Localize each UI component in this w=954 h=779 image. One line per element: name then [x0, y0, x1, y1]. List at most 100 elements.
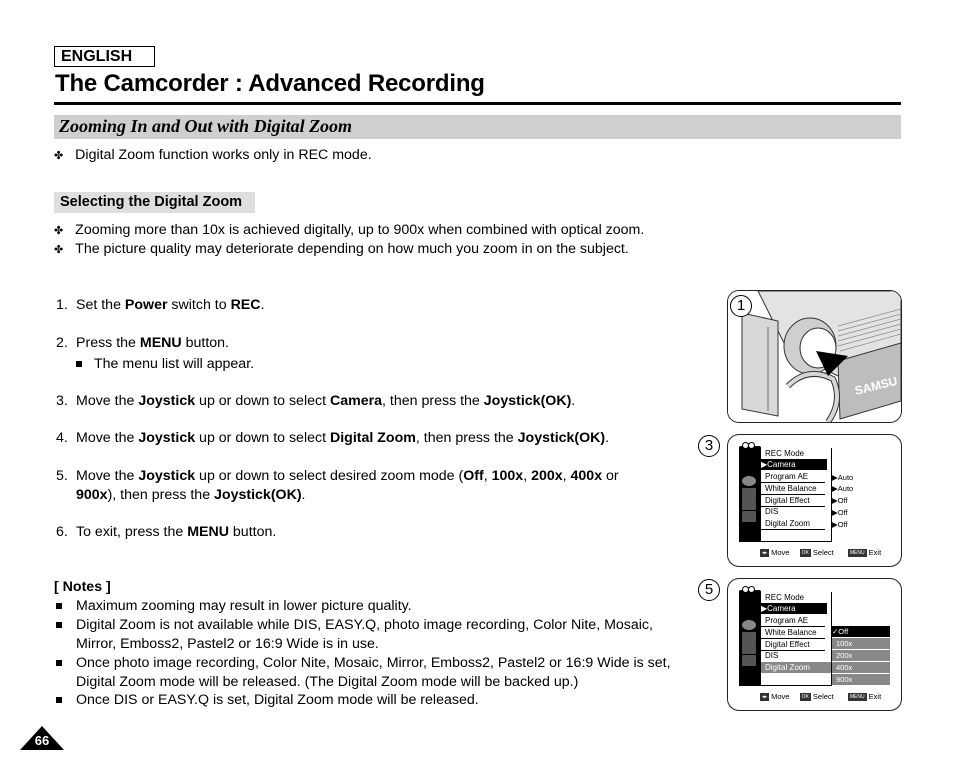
step-text: Move the	[76, 393, 139, 409]
step-keyword: Joystick(OK)	[214, 487, 302, 503]
step-text: switch to	[167, 297, 231, 313]
note-item-continued: Mirror, Emboss2, Pastel2 or 16:9 Wide is…	[76, 636, 379, 652]
step-number: 6.	[56, 524, 68, 540]
menu-title: REC Mode	[765, 449, 805, 458]
step-text: or	[602, 468, 619, 484]
value-digital-effect: ▶Off	[832, 496, 848, 505]
step-keyword: Off	[463, 468, 484, 484]
note-text: Maximum zooming may result in lower pict…	[76, 598, 412, 614]
step-3: 3. Move the Joystick up or down to select…	[56, 393, 575, 409]
step-5: 5. Move the Joystick up or down to select…	[56, 468, 619, 484]
setup-category-icon	[742, 511, 756, 522]
footer-move-label: Move	[771, 692, 790, 701]
note-text: Digital Zoom is not available while DIS,…	[76, 617, 653, 633]
camcorder-illustration: SAMSU	[728, 291, 901, 422]
note-text: Once photo image recording, Color Nite, …	[76, 655, 671, 671]
square-bullet-icon	[76, 361, 82, 368]
step-text: , then press the	[415, 430, 518, 446]
step-keyword: MENU	[187, 524, 229, 540]
note-text: Mirror, Emboss2, Pastel2 or 16:9 Wide is…	[76, 636, 379, 652]
step-keyword: 100x	[491, 468, 524, 484]
step-6: 6. To exit, press the MENU button.	[56, 524, 276, 540]
zoom-option-100x[interactable]: 100x	[832, 638, 890, 650]
reel-icon	[748, 586, 755, 593]
subsection-bullet-text: The picture quality may deteriorate depe…	[75, 241, 629, 257]
memory-category-icon	[742, 632, 756, 643]
cross-bullet-icon: ✤	[54, 225, 64, 237]
menu-title: REC Mode	[765, 593, 805, 602]
menu-item-program-ae[interactable]: Program AE	[761, 471, 825, 483]
figure-number-5: 5	[698, 579, 720, 601]
subsection-bullet: ✤ Zooming more than 10x is achieved digi…	[54, 222, 644, 238]
menu-item-digital-zoom-highlighted[interactable]: Digital Zoom	[761, 662, 831, 673]
menu-panel: REC Mode ▶Camera Program AE White Balanc…	[761, 592, 832, 685]
zoom-option-off[interactable]: ✓Off	[832, 626, 890, 637]
step-keyword: MENU	[139, 335, 182, 351]
memory-category-icon	[742, 488, 756, 499]
step-keyword: Joystick	[138, 393, 196, 409]
notes-title: [ Notes ]	[54, 579, 111, 595]
footer-exit-label: Exit	[868, 692, 882, 701]
step-2: 2. Press the MENU button.	[56, 335, 229, 351]
menu-item-dis[interactable]: DIS	[761, 506, 825, 517]
square-bullet-icon	[56, 622, 62, 629]
step-text: .	[260, 297, 265, 313]
step-text: .	[605, 430, 610, 446]
intro-bullet-text: Digital Zoom function works only in REC …	[75, 147, 372, 163]
step-number: 4.	[56, 430, 68, 446]
tv-category-icon	[742, 499, 756, 510]
zoom-option-400x[interactable]: 400x	[832, 662, 890, 674]
subsection-title: Selecting the Digital Zoom	[60, 194, 243, 210]
menu-footer: ◂▸ Move OK Select MENU Exit	[760, 692, 881, 702]
menu-item-program-ae[interactable]: Program AE	[761, 615, 825, 627]
tv-category-icon	[742, 643, 756, 654]
step-keyword: Digital Zoom	[329, 430, 416, 446]
figure-3-menu-screen: REC Mode ▶Camera Program AE White Balanc…	[727, 434, 902, 567]
step-text: up or down to select desired zoom mode (	[195, 468, 464, 484]
value-dis: ▶Off	[832, 508, 848, 517]
step-text: .	[571, 393, 576, 409]
step-text: ,	[562, 468, 571, 484]
step-2-subbullet: The menu list will appear.	[76, 356, 254, 372]
step-keyword: Joystick	[138, 430, 196, 446]
step-text: Move the	[76, 468, 139, 484]
menu-item-dis[interactable]: DIS	[761, 650, 825, 661]
note-item: Once photo image recording, Color Nite, …	[56, 655, 671, 671]
step-text: ), then press the	[107, 487, 215, 503]
ok-button-chip: OK	[799, 693, 811, 702]
zoom-option-900x[interactable]: 900x	[832, 674, 890, 685]
square-bullet-icon	[56, 660, 62, 667]
step-number: 3.	[56, 393, 68, 409]
language-badge: ENGLISH	[54, 46, 155, 67]
step-text: Move the	[76, 430, 139, 446]
zoom-option-200x[interactable]: 200x	[832, 650, 890, 662]
step-text: ,	[483, 468, 492, 484]
menu-item-digital-zoom[interactable]: Digital Zoom	[761, 518, 825, 530]
cross-bullet-icon: ✤	[54, 244, 64, 256]
step-keyword: REC	[230, 297, 261, 313]
menu-bottom-border	[739, 685, 832, 686]
step-keyword: Joystick(OK)	[517, 430, 606, 446]
ok-button-chip: OK	[799, 549, 811, 558]
subsection-bullet: ✤ The picture quality may deteriorate de…	[54, 241, 629, 257]
footer-exit-label: Exit	[868, 548, 882, 557]
step-keyword: Power	[124, 297, 168, 313]
value-white-balance: ▶Auto	[832, 484, 854, 493]
menu-selected-camera[interactable]: ▶Camera	[761, 603, 827, 614]
step-text: .	[301, 487, 306, 503]
figure-1-camcorder: SAMSU	[727, 290, 902, 423]
step-text: ,	[523, 468, 532, 484]
menu-item-white-balance[interactable]: White Balance	[761, 483, 825, 495]
step-text: up or down to select	[195, 393, 330, 409]
menu-item-white-balance[interactable]: White Balance	[761, 627, 825, 639]
step-text: Press the	[76, 335, 140, 351]
reel-icon	[748, 442, 755, 449]
step-keyword: Joystick(OK)	[483, 393, 572, 409]
note-item: Maximum zooming may result in lower pict…	[56, 598, 412, 614]
menu-button-chip: MENU	[847, 693, 867, 702]
step-5-continued: 900x), then press the Joystick(OK).	[76, 487, 306, 503]
step-number: 1.	[56, 297, 68, 313]
setup-category-icon	[742, 655, 756, 666]
menu-selected-camera[interactable]: ▶Camera	[761, 459, 827, 470]
menu-panel: REC Mode ▶Camera Program AE White Balanc…	[761, 448, 832, 541]
